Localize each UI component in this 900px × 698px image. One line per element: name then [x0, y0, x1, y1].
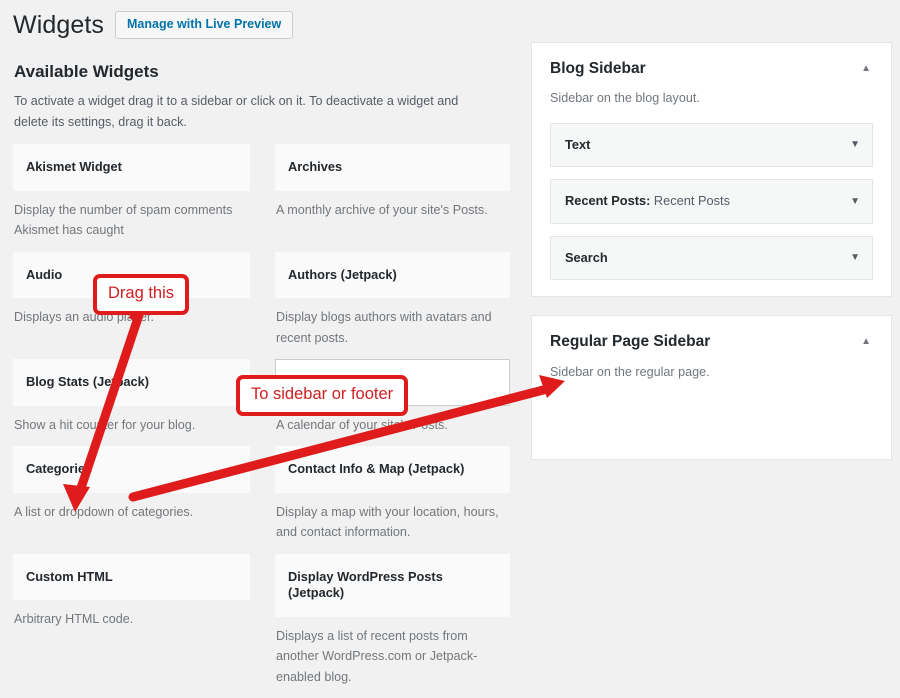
widget-title: Contact Info & Map (Jetpack) — [288, 461, 464, 478]
widget-card-categories[interactable]: Categories — [13, 446, 250, 493]
chevron-up-icon[interactable]: ▲ — [861, 332, 873, 347]
widget-cell: Akismet Widget Display the number of spa… — [13, 144, 268, 250]
widget-card-blog-stats-jetpack[interactable]: Blog Stats (Jetpack) — [13, 359, 250, 406]
widget-title: Akismet Widget — [26, 159, 122, 176]
widget-description: Show a hit counter for your blog. — [13, 406, 250, 445]
sidebar-widget-title: Text — [565, 137, 590, 154]
widget-title: Authors (Jetpack) — [288, 267, 397, 284]
widget-description: Displays a list of recent posts from ano… — [275, 617, 510, 697]
widget-cell: Authors (Jetpack) Display blogs authors … — [268, 252, 523, 358]
widget-description: A list or dropdown of categories. — [13, 493, 250, 532]
widget-description: Display a map with your location, hours,… — [275, 493, 510, 553]
widget-description: Display the number of spam comments Akis… — [13, 191, 250, 251]
widget-cell: Audio Displays an audio player. — [13, 252, 268, 358]
widget-card-audio[interactable]: Audio — [13, 252, 250, 299]
sidebar-widget-recent-posts[interactable]: Recent Posts: Recent Posts ▼ — [550, 179, 873, 224]
panel-title: Regular Page Sidebar — [550, 332, 710, 353]
panel-header[interactable]: Blog Sidebar ▲ — [550, 59, 873, 80]
widget-cell: Custom HTML Arbitrary HTML code. — [13, 554, 268, 697]
sidebar-widget-search[interactable]: Search ▼ — [550, 236, 873, 281]
widget-description: Display blogs authors with avatars and r… — [275, 298, 510, 358]
widget-title: Calendar — [288, 374, 340, 391]
available-widgets-title: Available Widgets — [14, 60, 523, 84]
panel-title: Blog Sidebar — [550, 59, 646, 80]
widget-cell: Calendar A calendar of your site's Posts… — [268, 359, 523, 445]
widget-cell: Display WordPress Posts (Jetpack) Displa… — [268, 554, 523, 697]
widget-card-custom-html[interactable]: Custom HTML — [13, 554, 250, 601]
sidebar-widget-title: Recent Posts: Recent Posts — [565, 193, 730, 210]
chevron-down-icon[interactable]: ▼ — [850, 197, 860, 207]
panel-description: Sidebar on the blog layout. — [550, 88, 873, 108]
page-header: Widgets Manage with Live Preview — [0, 0, 900, 42]
widget-card-archives[interactable]: Archives — [275, 144, 510, 191]
available-widgets-grid: Akismet Widget Display the number of spa… — [13, 144, 523, 698]
widget-card-akismet-widget[interactable]: Akismet Widget — [13, 144, 250, 191]
widget-card-calendar[interactable]: Calendar — [275, 359, 510, 406]
panel-description: Sidebar on the regular page. — [550, 362, 873, 382]
sidebar-panel-blog-sidebar: Blog Sidebar ▲ Sidebar on the blog layou… — [531, 42, 892, 298]
widget-title: Archives — [288, 159, 342, 176]
chevron-down-icon[interactable]: ▼ — [850, 253, 860, 263]
available-widgets-description: To activate a widget drag it to a sideba… — [14, 91, 462, 132]
widget-cell: Blog Stats (Jetpack) Show a hit counter … — [13, 359, 268, 445]
manage-with-live-preview-button[interactable]: Manage with Live Preview — [115, 11, 293, 39]
page-title: Widgets — [13, 9, 104, 42]
widget-title: Audio — [26, 267, 62, 284]
widget-description: A monthly archive of your site's Posts. — [275, 191, 510, 230]
widget-card-authors-jetpack[interactable]: Authors (Jetpack) — [275, 252, 510, 299]
panel-header[interactable]: Regular Page Sidebar ▲ — [550, 332, 873, 353]
panel-drop-area[interactable] — [550, 383, 873, 443]
widget-title: Blog Stats (Jetpack) — [26, 374, 149, 391]
available-widgets-column: Available Widgets To activate a widget d… — [0, 42, 523, 698]
panel-widget-list: Text ▼ Recent Posts: Recent Posts ▼ Sear… — [550, 123, 873, 281]
widget-description: A calendar of your site's Posts. — [275, 406, 510, 445]
chevron-up-icon[interactable]: ▲ — [861, 59, 873, 74]
widget-cell: Archives A monthly archive of your site'… — [268, 144, 523, 250]
sidebar-panel-regular-page-sidebar: Regular Page Sidebar ▲ Sidebar on the re… — [531, 315, 892, 459]
widget-cell: Categories A list or dropdown of categor… — [13, 446, 268, 552]
widget-card-display-wordpress-posts-jetpack[interactable]: Display WordPress Posts (Jetpack) — [275, 554, 510, 617]
widget-description: Displays an audio player. — [13, 298, 250, 337]
sidebars-column: Blog Sidebar ▲ Sidebar on the blog layou… — [523, 42, 900, 478]
widget-card-contact-info-and-map-jetpack[interactable]: Contact Info & Map (Jetpack) — [275, 446, 510, 493]
widget-title: Custom HTML — [26, 569, 113, 586]
widget-description: Arbitrary HTML code. — [13, 600, 250, 639]
sidebar-widget-title: Search — [565, 250, 608, 267]
chevron-down-icon[interactable]: ▼ — [850, 140, 860, 150]
sidebar-widget-text[interactable]: Text ▼ — [550, 123, 873, 168]
widget-title: Categories — [26, 461, 92, 478]
widget-cell: Contact Info & Map (Jetpack) Display a m… — [268, 446, 523, 552]
main-columns: Available Widgets To activate a widget d… — [0, 42, 900, 698]
